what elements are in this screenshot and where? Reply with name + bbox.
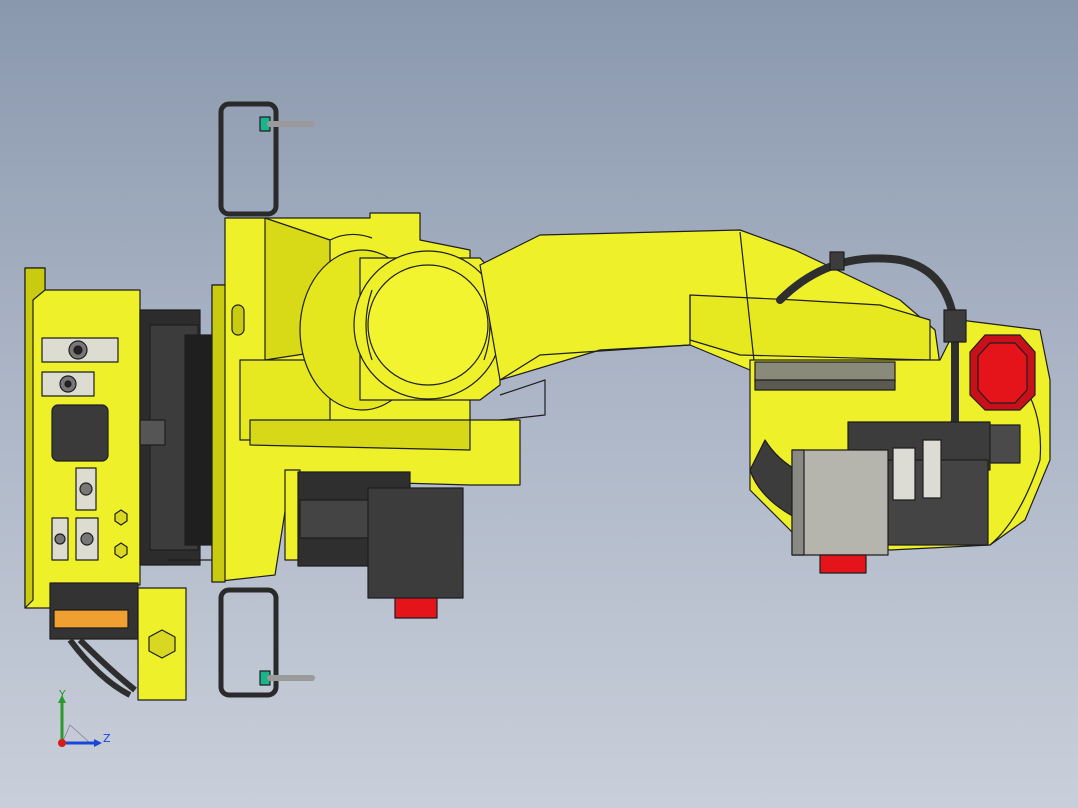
wrist-red-cap[interactable] bbox=[969, 334, 1036, 411]
shoulder-motor[interactable] bbox=[284, 469, 464, 619]
robot-arm-model[interactable] bbox=[0, 0, 1078, 808]
upper-arm[interactable] bbox=[479, 229, 941, 381]
base-assembly[interactable] bbox=[24, 267, 216, 701]
cad-viewport[interactable]: Y Z bbox=[0, 0, 1078, 808]
y-axis-label: Y bbox=[59, 688, 66, 701]
shoulder-joint[interactable] bbox=[299, 249, 503, 411]
lifting-handle-top[interactable] bbox=[218, 101, 315, 217]
z-axis-label: Z bbox=[103, 732, 111, 745]
x-axis-dot bbox=[58, 739, 66, 747]
lifting-handle-bottom[interactable] bbox=[218, 587, 315, 698]
